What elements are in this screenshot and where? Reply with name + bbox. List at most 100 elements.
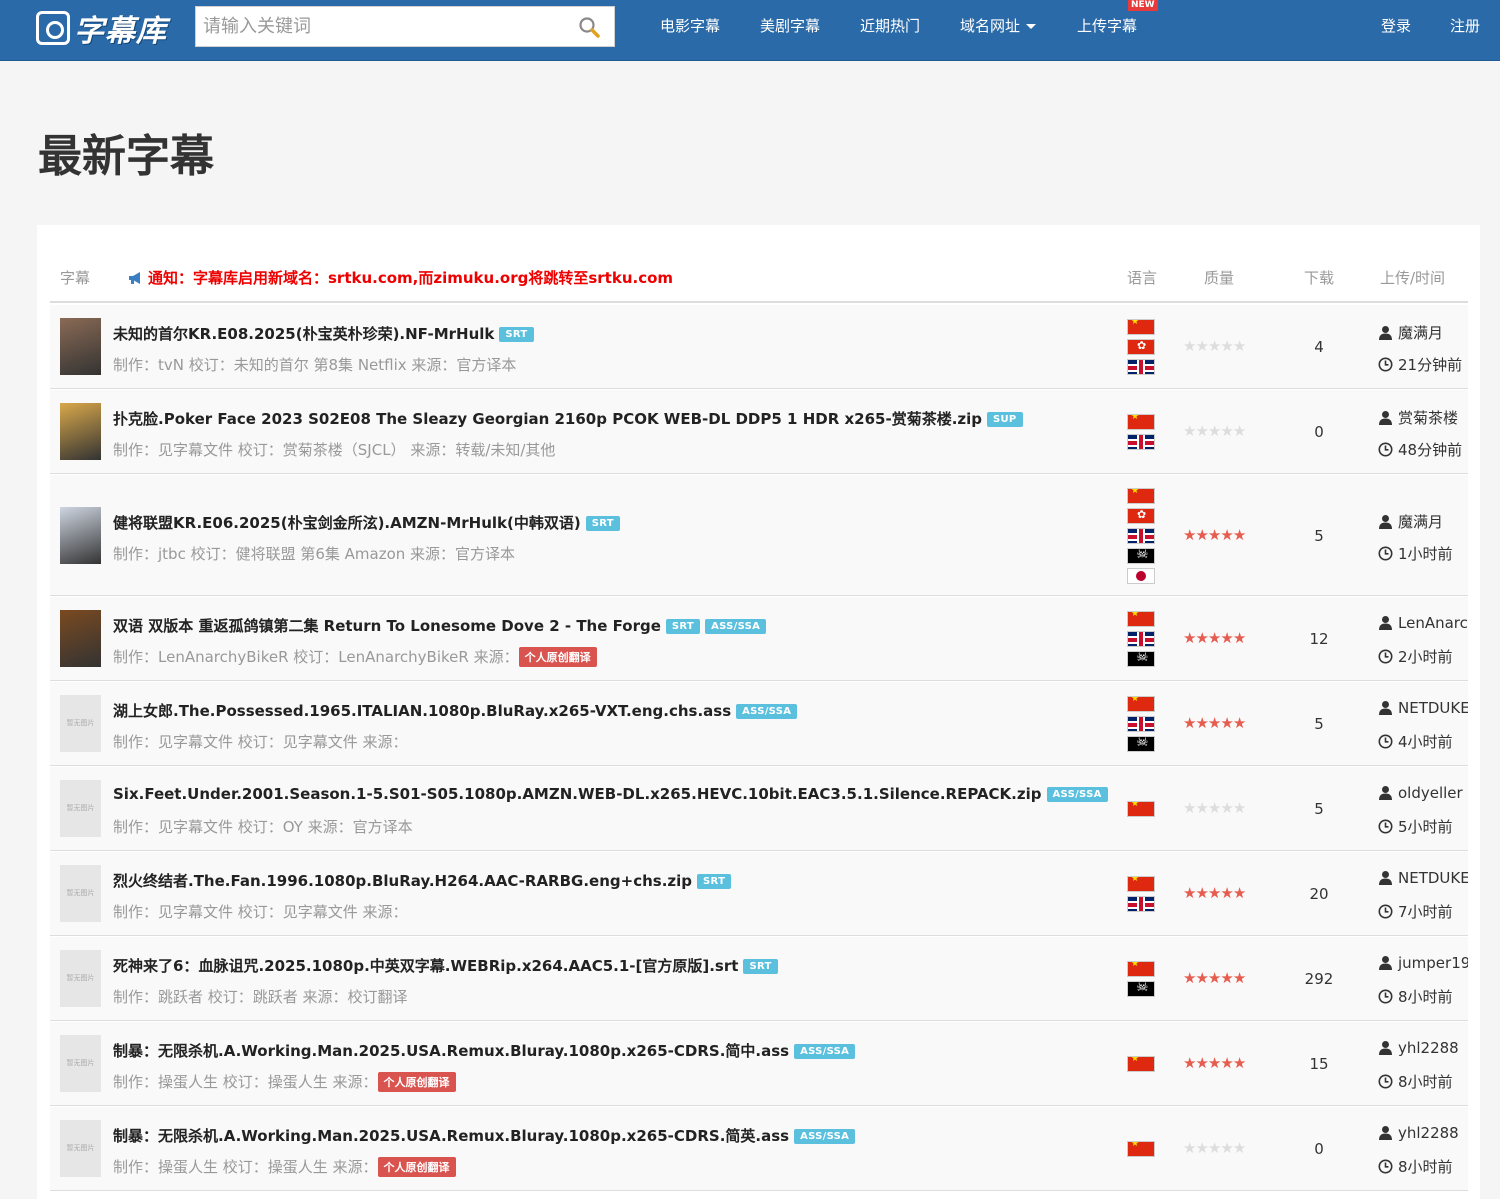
subtitle-title-link[interactable]: 双语 双版本 重返孤鸽镇第二集 Return To Lonesome Dove … xyxy=(113,615,767,636)
subtitle-title-link[interactable]: 扑克脸.Poker Face 2023 S02E08 The Sleazy Ge… xyxy=(113,408,1023,429)
star-icon: ★ xyxy=(1183,714,1196,732)
star-icon: ★ xyxy=(1195,629,1208,647)
uploader-link[interactable]: yhl2288 xyxy=(1378,1039,1468,1057)
subtitle-meta-text: 制作：见字幕文件 校订：见字幕文件 来源： xyxy=(113,903,408,921)
subtitle-meta: 制作：见字幕文件 校订：见字幕文件 来源： xyxy=(113,731,408,752)
login-link[interactable]: 登录 xyxy=(1381,15,1411,36)
table-row[interactable]: 双语 双版本 重返孤鸽镇第二集 Return To Lonesome Dove … xyxy=(50,597,1468,681)
subtitle-title-link[interactable]: 制暴：无限杀机.A.Working.Man.2025.USA.Remux.Blu… xyxy=(113,1125,856,1146)
search-input[interactable] xyxy=(196,7,566,46)
star-icon: ★ xyxy=(1220,714,1233,732)
header-subtitle: 字幕 xyxy=(60,269,91,287)
quality-rating: ★★★★★ xyxy=(1183,422,1246,440)
poster-thumbnail[interactable]: 暂无图片 xyxy=(60,1035,101,1092)
quality-rating: ★★★★★ xyxy=(1183,525,1246,544)
thumbnail-placeholder-text: 暂无图片 xyxy=(66,804,95,812)
nav-trending[interactable]: 近期热门 xyxy=(860,15,920,36)
site-logo[interactable]: 字幕库 xyxy=(36,8,167,49)
star-icon: ★ xyxy=(1220,799,1233,817)
quality-rating: ★★★★★ xyxy=(1183,969,1246,987)
star-icon: ★ xyxy=(1220,337,1233,355)
uploader-link[interactable]: oldyeller xyxy=(1378,784,1468,802)
subtitle-title-link[interactable]: 制暴：无限杀机.A.Working.Man.2025.USA.Remux.Blu… xyxy=(113,1040,856,1061)
upload-time: 8小时前 xyxy=(1378,1156,1453,1177)
table-row[interactable]: 暂无图片 制暴：无限杀机.A.Working.Man.2025.USA.Remux… xyxy=(50,1107,1468,1191)
table-row[interactable]: 扑克脸.Poker Face 2023 S02E08 The Sleazy Ge… xyxy=(50,390,1468,474)
star-icon: ★ xyxy=(1232,1139,1246,1157)
uploader-name: 赏菊茶楼 xyxy=(1398,409,1459,427)
clock-icon xyxy=(1378,904,1393,919)
download-count: 5 xyxy=(1314,526,1324,545)
poster-thumbnail[interactable] xyxy=(60,318,101,375)
uploader-link[interactable]: 赏菊茶楼 xyxy=(1378,407,1468,428)
nav-us-series-subtitles[interactable]: 美剧字幕 xyxy=(760,15,820,36)
table-row[interactable]: 暂无图片 烈火终结者.The.Fan.1996.1080p.BluRay.H264… xyxy=(50,852,1468,936)
star-icon: ★ xyxy=(1195,1139,1208,1157)
table-row[interactable]: 健将联盟KR.E06.2025(朴宝剑金所泫).AMZN-MrHulk(中韩双语… xyxy=(50,475,1468,596)
poster-thumbnail[interactable]: 暂无图片 xyxy=(60,1120,101,1177)
language-flags xyxy=(1127,414,1156,454)
thumbnail-placeholder-text: 暂无图片 xyxy=(66,719,95,727)
subtitle-title-text: 烈火终结者.The.Fan.1996.1080p.BluRay.H264.AAC… xyxy=(113,872,693,890)
quality-rating: ★★★★★ xyxy=(1183,629,1246,647)
register-link[interactable]: 注册 xyxy=(1450,15,1480,36)
flag-cn-icon xyxy=(1127,1141,1155,1157)
table-row[interactable]: 暂无图片 湖上女郎.The.Possessed.1965.ITALIAN.1080… xyxy=(50,682,1468,766)
subtitle-title-link[interactable]: 死神来了6：血脉诅咒.2025.1080p.中英双字幕.WEBRip.x264.… xyxy=(113,955,778,976)
uploader-link[interactable]: LenAnarchyBikeR xyxy=(1378,614,1468,632)
uploader-name: yhl2288 xyxy=(1398,1124,1459,1142)
header-uploader-time: 上传/时间 xyxy=(1380,269,1446,287)
subtitle-title-link[interactable]: Six.Feet.Under.2001.Season.1-5.S01-S05.1… xyxy=(113,785,1108,803)
uploader-link[interactable]: NETDUKE xyxy=(1378,699,1468,717)
table-row[interactable]: 暂无图片 死神来了6：血脉诅咒.2025.1080p.中英双字幕.WEBRip.x… xyxy=(50,937,1468,1021)
poster-thumbnail[interactable] xyxy=(60,610,101,667)
uploader-link[interactable]: 魔满月 xyxy=(1378,322,1468,343)
search-box xyxy=(195,6,615,47)
star-icon: ★ xyxy=(1207,884,1221,902)
user-icon xyxy=(1379,871,1392,885)
poster-thumbnail[interactable]: 暂无图片 xyxy=(60,695,101,752)
table-row[interactable]: 未知的首尔KR.E08.2025(朴宝英朴珍荣).NF-MrHulk SRT 制作：… xyxy=(50,305,1468,389)
subtitle-list-panel: 字幕 通知：字幕库启用新域名：srtku.com,而zimuku.org将跳转至… xyxy=(37,225,1480,1199)
megaphone-icon xyxy=(129,272,140,284)
header-quality: 质量 xyxy=(1204,269,1235,287)
subtitle-title-link[interactable]: 健将联盟KR.E06.2025(朴宝剑金所泫).AMZN-MrHulk(中韩双语… xyxy=(113,512,620,533)
nav-movie-subtitles[interactable]: 电影字幕 xyxy=(660,15,720,36)
poster-thumbnail[interactable]: 暂无图片 xyxy=(60,865,101,922)
flag-uk-icon xyxy=(1127,896,1155,912)
flag-cn-icon xyxy=(1127,319,1155,335)
notice[interactable]: 通知：字幕库启用新域名：srtku.com,而zimuku.org将跳转至srt… xyxy=(128,267,673,288)
star-icon: ★ xyxy=(1207,969,1221,987)
nav-upload[interactable]: 上传字幕 xyxy=(1077,15,1137,36)
uploader-link[interactable]: yhl2288 xyxy=(1378,1124,1468,1142)
uploader-link[interactable]: NETDUKE xyxy=(1378,869,1468,887)
nav-domains-dropdown[interactable]: 域名网址 xyxy=(960,15,1037,36)
uploader-link[interactable]: jumper1986 xyxy=(1378,954,1468,972)
search-icon[interactable] xyxy=(578,16,600,38)
poster-thumbnail[interactable]: 暂无图片 xyxy=(60,950,101,1007)
language-flags xyxy=(1127,961,1156,1001)
quality-rating: ★★★★★ xyxy=(1183,1139,1246,1157)
star-icon: ★ xyxy=(1183,629,1196,647)
download-count: 12 xyxy=(1309,630,1329,648)
subtitle-meta-text: 制作：见字幕文件 校订：OY 来源：官方译本 xyxy=(113,818,413,836)
flag-cn-icon xyxy=(1127,801,1155,817)
chevron-down-icon xyxy=(1026,24,1037,29)
subtitle-title-link[interactable]: 未知的首尔KR.E08.2025(朴宝英朴珍荣).NF-MrHulk SRT xyxy=(113,323,534,344)
poster-thumbnail[interactable]: 暂无图片 xyxy=(60,780,101,837)
uploader-link[interactable]: 魔满月 xyxy=(1378,511,1468,532)
user-icon xyxy=(1379,616,1392,630)
poster-thumbnail[interactable] xyxy=(60,403,101,460)
thumbnail-placeholder-text: 暂无图片 xyxy=(66,1059,95,1067)
flag-cn-icon xyxy=(1127,1056,1155,1072)
subtitle-title-link[interactable]: 烈火终结者.The.Fan.1996.1080p.BluRay.H264.AAC… xyxy=(113,870,732,891)
user-icon xyxy=(1379,411,1392,425)
subtitle-title-link[interactable]: 湖上女郎.The.Possessed.1965.ITALIAN.1080p.Bl… xyxy=(113,700,798,721)
star-icon: ★ xyxy=(1195,525,1208,544)
poster-thumbnail[interactable] xyxy=(60,506,101,564)
table-row[interactable]: 暂无图片 Six.Feet.Under.2001.Season.1-5.S01-S… xyxy=(50,767,1468,851)
flag-cn-icon xyxy=(1127,961,1155,977)
upload-time-text: 8小时前 xyxy=(1398,988,1453,1006)
clock-icon xyxy=(1378,546,1393,560)
table-row[interactable]: 暂无图片 制暴：无限杀机.A.Working.Man.2025.USA.Remux… xyxy=(50,1022,1468,1106)
